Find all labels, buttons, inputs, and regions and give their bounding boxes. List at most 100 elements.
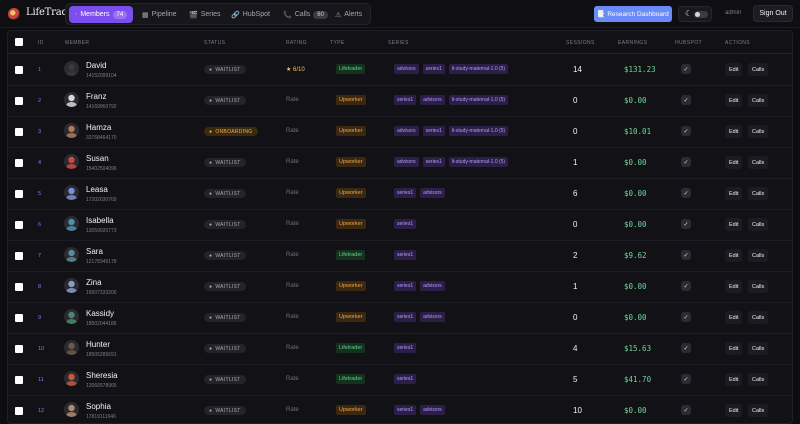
status-badge[interactable]: ● ONBOARDING	[204, 127, 258, 136]
select-all-checkbox[interactable]	[15, 38, 23, 46]
member-name[interactable]: Franz	[86, 92, 106, 101]
rating-control[interactable]: Rate	[286, 190, 299, 196]
calls-button[interactable]: Calls	[748, 373, 769, 386]
rating-control[interactable]: Rate	[286, 221, 299, 227]
row-checkbox[interactable]	[15, 128, 23, 136]
calls-button[interactable]: Calls	[748, 342, 769, 355]
rating-control[interactable]: Rate	[286, 345, 299, 351]
status-badge[interactable]: ● WAITLIST	[204, 189, 246, 198]
calls-button[interactable]: Calls	[748, 218, 769, 231]
table-row[interactable]: 3 Hamza 33768464170 ● ONBOARDING Rate Upworker…	[8, 117, 792, 148]
member-id[interactable]: 12	[38, 408, 44, 414]
status-badge[interactable]: ● WAITLIST	[204, 220, 246, 229]
table-row[interactable]: 1 David 14152099104 ● WAITLIST ★ 6/10 Lifetrad…	[8, 55, 792, 86]
member-name[interactable]: Isabella	[86, 216, 114, 225]
edit-button[interactable]: Edit	[725, 187, 743, 200]
table-row[interactable]: 11 Sheresia 12066578965 ● WAITLIST Rate Lifetr…	[8, 365, 792, 396]
edit-button[interactable]: Edit	[725, 249, 743, 262]
nav-members[interactable]: · Members 74	[69, 6, 134, 23]
row-checkbox[interactable]	[15, 159, 23, 167]
table-row[interactable]: 8 Zina 16507333206 ● WAITLIST Rate Upworker ser…	[8, 272, 792, 303]
member-id[interactable]: 5	[38, 191, 41, 197]
col-member[interactable]: MEMBER	[65, 40, 89, 46]
edit-button[interactable]: Edit	[725, 63, 743, 76]
nav-hubspot[interactable]: 🔗 HubSpot	[225, 6, 276, 23]
col-sessions[interactable]: SESSIONS	[566, 40, 595, 46]
status-badge[interactable]: ● WAITLIST	[204, 313, 246, 322]
member-id[interactable]: 3	[38, 129, 41, 135]
theme-toggle[interactable]: ☾	[678, 6, 712, 22]
col-status[interactable]: STATUS	[204, 40, 225, 46]
rating-control[interactable]: Rate	[286, 407, 299, 413]
table-row[interactable]: 5 Leasa 17202030769 ● WAITLIST Rate Upworker se…	[8, 179, 792, 210]
edit-button[interactable]: Edit	[725, 404, 743, 417]
row-checkbox[interactable]	[15, 190, 23, 198]
col-earnings[interactable]: EARNINGS	[618, 40, 647, 46]
rating-control[interactable]: Rate	[286, 252, 299, 258]
calls-button[interactable]: Calls	[748, 94, 769, 107]
member-id[interactable]: 4	[38, 160, 41, 166]
sign-out-button[interactable]: Sign Out	[753, 5, 793, 22]
col-type[interactable]: TYPE	[330, 40, 345, 46]
calls-button[interactable]: Calls	[748, 404, 769, 417]
nav-alerts[interactable]: ⚠ Alerts	[329, 6, 368, 23]
member-id[interactable]: 1	[38, 67, 41, 73]
rating-control[interactable]: Rate	[286, 97, 299, 103]
row-checkbox[interactable]	[15, 376, 23, 384]
rating-control[interactable]: Rate	[286, 159, 299, 165]
status-badge[interactable]: ● WAITLIST	[204, 406, 246, 415]
edit-button[interactable]: Edit	[725, 280, 743, 293]
edit-button[interactable]: Edit	[725, 156, 743, 169]
status-badge[interactable]: ● WAITLIST	[204, 158, 246, 167]
table-row[interactable]: 4 Susan 15402504096 ● WAITLIST Rate Upworker ad…	[8, 148, 792, 179]
member-id[interactable]: 2	[38, 98, 41, 104]
member-id[interactable]: 10	[38, 346, 44, 352]
status-badge[interactable]: ● WAITLIST	[204, 251, 246, 260]
calls-button[interactable]: Calls	[748, 156, 769, 169]
member-name[interactable]: Leasa	[86, 185, 108, 194]
row-checkbox[interactable]	[15, 314, 23, 322]
nav-calls[interactable]: 📞 Calls 60	[277, 6, 334, 23]
member-name[interactable]: Sara	[86, 247, 103, 256]
table-row[interactable]: 10 Hunter 18505285691 ● WAITLIST Rate Lifetrad…	[8, 334, 792, 365]
table-row[interactable]: 12 Sophia 17819111946 ● WAITLIST Rate Upworker…	[8, 396, 792, 423]
calls-button[interactable]: Calls	[748, 125, 769, 138]
status-badge[interactable]: ● WAITLIST	[204, 65, 246, 74]
theme-switch[interactable]	[694, 11, 708, 18]
member-id[interactable]: 9	[38, 315, 41, 321]
table-row[interactable]: 6 Isabella 13059920773 ● WAITLIST Rate Upworke…	[8, 210, 792, 241]
member-id[interactable]: 6	[38, 222, 41, 228]
member-name[interactable]: Susan	[86, 154, 109, 163]
table-row[interactable]: 2 Franz 14169960792 ● WAITLIST Rate Upworker se…	[8, 86, 792, 117]
research-dashboard-button[interactable]: 📑 Research Dashboard	[594, 6, 672, 22]
col-hubspot[interactable]: HUBSPOT	[675, 40, 702, 46]
table-row[interactable]: 7 Sara 12178349178 ● WAITLIST Rate Lifetrader s…	[8, 241, 792, 272]
row-checkbox[interactable]	[15, 283, 23, 291]
nav-series[interactable]: 🎬 Series	[183, 6, 227, 23]
row-checkbox[interactable]	[15, 221, 23, 229]
member-id[interactable]: 8	[38, 284, 41, 290]
row-checkbox[interactable]	[15, 252, 23, 260]
member-id[interactable]: 11	[38, 377, 44, 383]
status-badge[interactable]: ● WAITLIST	[204, 375, 246, 384]
calls-button[interactable]: Calls	[748, 311, 769, 324]
member-id[interactable]: 7	[38, 253, 41, 259]
status-badge[interactable]: ● WAITLIST	[204, 282, 246, 291]
rating-control[interactable]: Rate	[286, 283, 299, 289]
member-name[interactable]: Zina	[86, 278, 102, 287]
member-name[interactable]: Hunter	[86, 340, 110, 349]
nav-pipeline[interactable]: ▦ Pipeline	[136, 6, 183, 23]
rating-control[interactable]: Rate	[286, 376, 299, 382]
status-badge[interactable]: ● WAITLIST	[204, 344, 246, 353]
member-name[interactable]: Sheresia	[86, 371, 118, 380]
member-name[interactable]: Sophia	[86, 402, 111, 411]
edit-button[interactable]: Edit	[725, 94, 743, 107]
edit-button[interactable]: Edit	[725, 373, 743, 386]
row-checkbox[interactable]	[15, 407, 23, 415]
member-name[interactable]: David	[86, 61, 106, 70]
edit-button[interactable]: Edit	[725, 311, 743, 324]
col-series[interactable]: SERIES	[388, 40, 409, 46]
row-checkbox[interactable]	[15, 345, 23, 353]
calls-button[interactable]: Calls	[748, 280, 769, 293]
member-name[interactable]: Kassidy	[86, 309, 114, 318]
